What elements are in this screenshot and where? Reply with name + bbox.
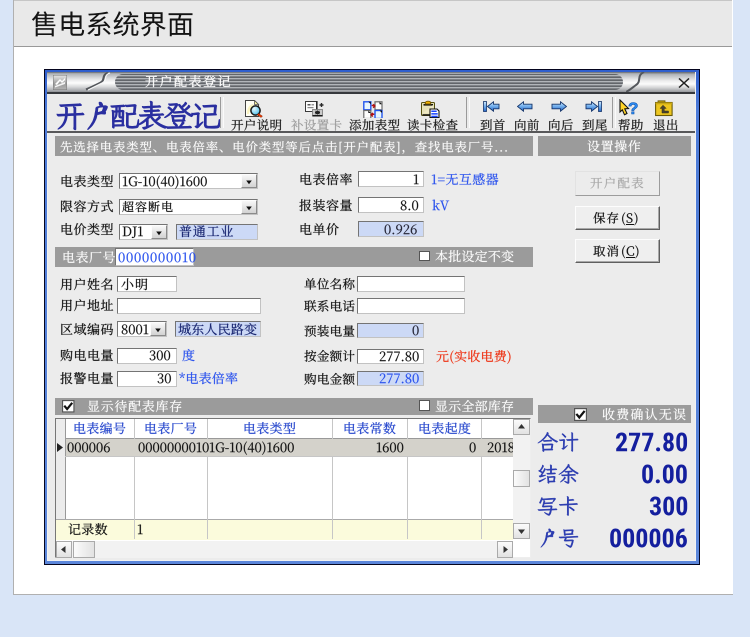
svg-text:?: ? [628, 99, 638, 118]
